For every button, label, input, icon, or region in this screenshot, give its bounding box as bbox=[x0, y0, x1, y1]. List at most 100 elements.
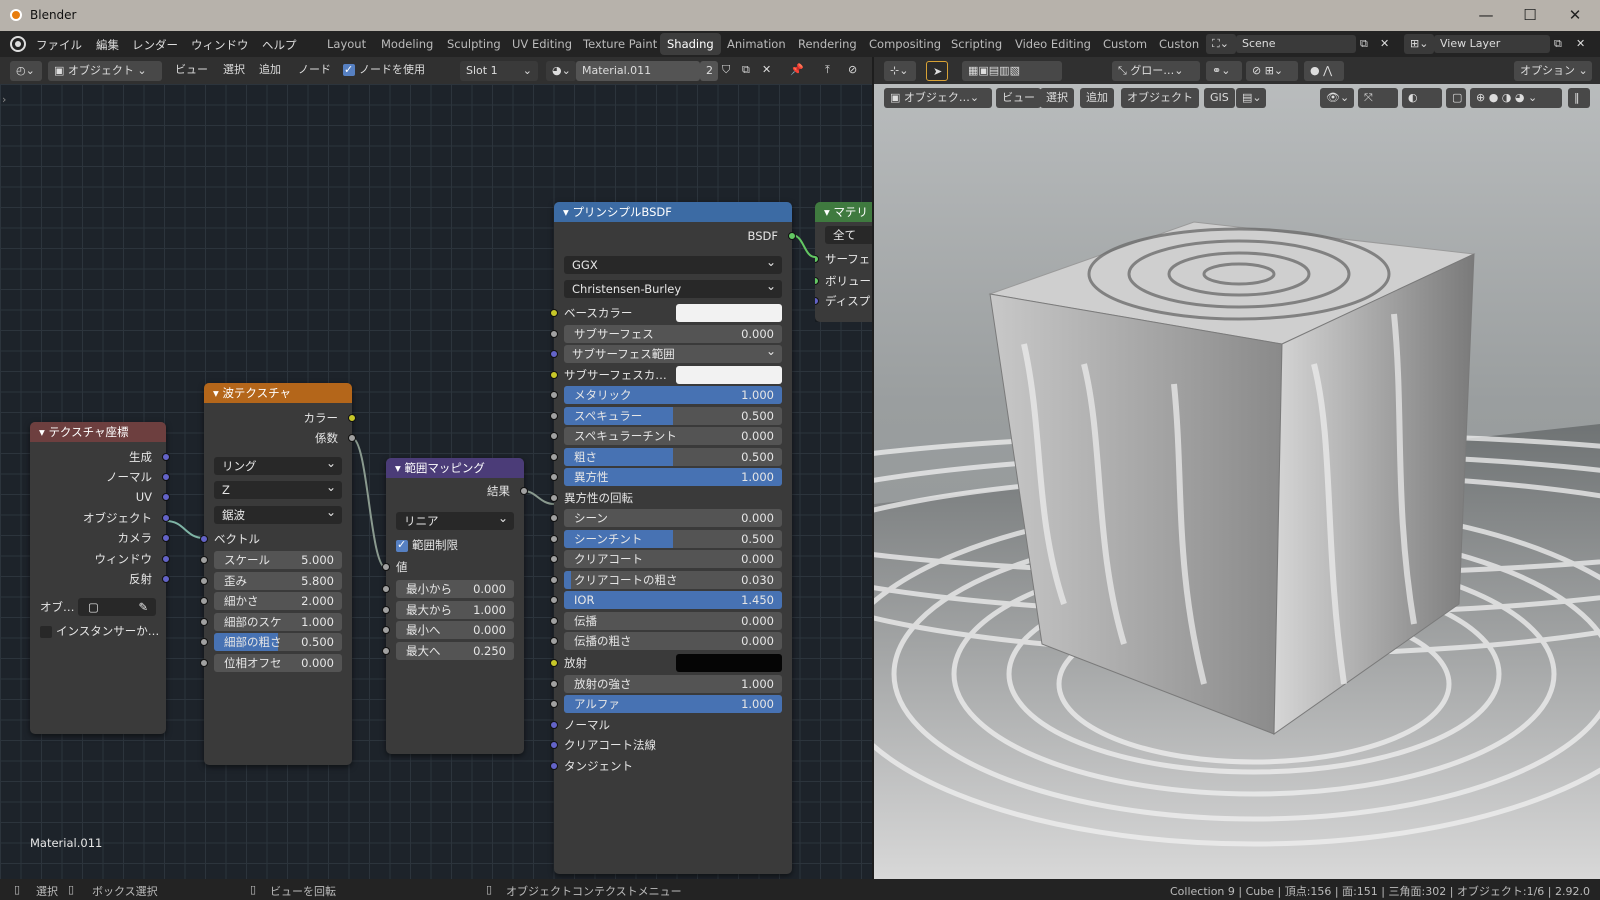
value-field[interactable]: 最大から 1.000 bbox=[396, 600, 514, 619]
parent-node-tree-icon[interactable]: ⤒ bbox=[825, 60, 830, 80]
menu-help[interactable]: ヘルプ bbox=[262, 37, 297, 53]
value-field[interactable]: 最小から 0.000 bbox=[396, 580, 514, 598]
slot-dropdown[interactable]: Slot 1 ⌄ bbox=[460, 61, 538, 81]
socket[interactable] bbox=[550, 762, 558, 770]
value-field[interactable]: メタリック 1.000 bbox=[564, 386, 782, 404]
select-tool-icon[interactable]: ➤ bbox=[926, 61, 948, 81]
socket[interactable] bbox=[520, 487, 528, 495]
socket[interactable] bbox=[200, 597, 208, 605]
menu-window[interactable]: ウィンドウ bbox=[191, 37, 249, 53]
tab-animation[interactable]: Animation bbox=[720, 33, 793, 55]
viewport-mode-dropdown[interactable]: ▣ オブジェク…⌄ bbox=[884, 88, 992, 108]
tab-texture-paint[interactable]: Texture Paint bbox=[576, 33, 664, 55]
value-field[interactable]: 放射の強さ 1.000 bbox=[564, 675, 782, 693]
socket[interactable] bbox=[162, 493, 170, 501]
value-field[interactable]: クリアコート 0.000 bbox=[564, 550, 782, 568]
socket[interactable] bbox=[550, 412, 558, 420]
use-nodes-checkbox[interactable]: ノードを使用 bbox=[343, 60, 425, 80]
visibility-icon[interactable]: 👁⌄ bbox=[1320, 88, 1354, 108]
fake-user-icon[interactable]: ⛉ bbox=[722, 60, 730, 80]
value-field[interactable]: 位相オフセ 0.000 bbox=[214, 653, 342, 672]
editor-type-icon[interactable]: ◴⌄ bbox=[10, 61, 42, 81]
socket[interactable] bbox=[200, 556, 208, 564]
node-header[interactable]: ▾ 波テクスチャ bbox=[204, 383, 352, 403]
value-field[interactable]: シーンチント 0.500 bbox=[564, 530, 782, 548]
value-field[interactable]: シーン 0.000 bbox=[564, 509, 782, 527]
socket[interactable] bbox=[550, 535, 558, 543]
socket[interactable] bbox=[382, 585, 390, 593]
node-header[interactable]: ▾ マテリ bbox=[815, 202, 872, 222]
socket[interactable] bbox=[382, 626, 390, 634]
tab-scripting[interactable]: Scripting bbox=[944, 33, 1009, 55]
base-color-swatch[interactable] bbox=[676, 304, 782, 322]
socket[interactable] bbox=[348, 414, 356, 422]
node-menu-select[interactable]: 選択 bbox=[223, 60, 245, 80]
value-field[interactable]: 異方性 1.000 bbox=[564, 468, 782, 486]
shading-mode-icons[interactable]: ⊕ ● ◑ ◕ ⌄ bbox=[1470, 88, 1562, 108]
node-header[interactable]: ▾ テクスチャ座標 bbox=[30, 422, 166, 442]
socket[interactable] bbox=[200, 535, 208, 543]
pivot-icon[interactable]: ⚭⌄ bbox=[1206, 61, 1242, 81]
view-layer-field[interactable]: View Layer bbox=[1434, 35, 1550, 53]
pin-icon[interactable]: 📌 bbox=[790, 60, 804, 80]
menu-file[interactable]: ファイル bbox=[36, 37, 82, 53]
wave-direction-dropdown[interactable]: Z bbox=[214, 478, 342, 499]
socket[interactable] bbox=[200, 638, 208, 646]
socket[interactable] bbox=[550, 453, 558, 461]
options-dropdown[interactable]: オプション ⌄ bbox=[1514, 61, 1592, 81]
node-menu-add[interactable]: 追加 bbox=[259, 60, 281, 80]
view-layer-close-icon[interactable]: ✕ bbox=[1576, 34, 1585, 54]
node-map-range[interactable]: ▾ 範囲マッピング 結果 リニア 範囲制限 値 最小から 0.000 最大から 1.0… bbox=[382, 458, 528, 754]
socket[interactable] bbox=[550, 596, 558, 604]
wave-profile-dropdown[interactable]: 鋸波 bbox=[214, 503, 342, 524]
value-field[interactable]: 伝播の粗さ 0.000 bbox=[564, 632, 782, 650]
duplicate-material-icon[interactable]: ⧉ bbox=[742, 60, 750, 80]
socket[interactable] bbox=[162, 453, 170, 461]
socket[interactable] bbox=[550, 741, 558, 749]
instancer-checkbox[interactable]: インスタンサーか… bbox=[40, 622, 159, 640]
xray-icon[interactable]: ▢ bbox=[1446, 88, 1466, 108]
socket[interactable] bbox=[550, 680, 558, 688]
object-picker[interactable]: ▢ ✎ bbox=[78, 598, 156, 616]
tab-modeling[interactable]: Modeling bbox=[374, 33, 440, 55]
node-editor-canvas[interactable]: ▾ テクスチャ座標 生成 ノーマル UV オブジェクト カメラ ウィンドウ 反射… bbox=[0, 84, 872, 879]
viewport-menu-select[interactable]: 選択 bbox=[1040, 88, 1074, 108]
tab-layout[interactable]: Layout bbox=[320, 33, 373, 55]
material-name-field[interactable]: Material.011 bbox=[576, 61, 700, 81]
subsurface-radius-dropdown[interactable]: サブサーフェス範囲 bbox=[564, 342, 782, 363]
emission-color-swatch[interactable] bbox=[676, 654, 782, 672]
close-icon[interactable]: ✕ bbox=[1563, 4, 1587, 26]
sidebar-toggle-icon[interactable]: › bbox=[2, 90, 6, 110]
tab-shading[interactable]: Shading bbox=[660, 33, 721, 55]
socket[interactable] bbox=[550, 432, 558, 440]
proportional-edit-icon[interactable]: ● ⋀ bbox=[1304, 61, 1344, 81]
tab-video-editing[interactable]: Video Editing bbox=[1008, 33, 1098, 55]
socket[interactable] bbox=[162, 514, 170, 522]
maximize-icon[interactable]: ☐ bbox=[1518, 4, 1542, 26]
tab-sculpting[interactable]: Sculpting bbox=[440, 33, 508, 55]
socket[interactable] bbox=[382, 605, 390, 614]
socket[interactable] bbox=[815, 255, 819, 263]
value-field[interactable]: 細部のスケ 1.000 bbox=[214, 612, 342, 631]
scene-browse-icon[interactable]: ⛶⌄ bbox=[1206, 34, 1236, 54]
material-browse-icon[interactable]: ◕⌄ bbox=[546, 61, 576, 81]
value-field[interactable]: サブサーフェス 0.000 bbox=[564, 325, 782, 343]
node-texture-coordinate[interactable]: ▾ テクスチャ座標 生成 ノーマル UV オブジェクト カメラ ウィンドウ 反射… bbox=[30, 422, 170, 734]
value-field[interactable]: 歪み 5.800 bbox=[214, 571, 342, 590]
node-principled-bsdf[interactable]: ▾ プリンシプルBSDF BSDF GGX Christensen-Burley… bbox=[550, 202, 796, 874]
tab-custon[interactable]: Custon bbox=[1152, 33, 1206, 55]
snap-icon[interactable]: ⊘ bbox=[848, 60, 857, 80]
tab-rendering[interactable]: Rendering bbox=[791, 33, 864, 55]
material-users-count[interactable]: 2 bbox=[700, 61, 718, 81]
menu-render[interactable]: レンダー bbox=[132, 37, 178, 53]
tab-compositing[interactable]: Compositing bbox=[862, 33, 948, 55]
value-field[interactable]: スペキュラー 0.500 bbox=[564, 407, 782, 425]
clamp-checkbox[interactable]: 範囲制限 bbox=[396, 536, 458, 554]
viewport-3d[interactable]: ▣ オブジェク…⌄ ビュー 選択 追加 オブジェクト GIS ▤⌄ 👁⌄ ⤧ ◐… bbox=[874, 84, 1600, 879]
socket[interactable] bbox=[550, 637, 558, 645]
viewport-menu-view[interactable]: ビュー bbox=[996, 88, 1041, 108]
socket[interactable] bbox=[162, 473, 170, 481]
socket[interactable] bbox=[550, 391, 558, 399]
value-field[interactable]: IOR 1.450 bbox=[564, 591, 782, 609]
socket[interactable] bbox=[200, 576, 208, 585]
